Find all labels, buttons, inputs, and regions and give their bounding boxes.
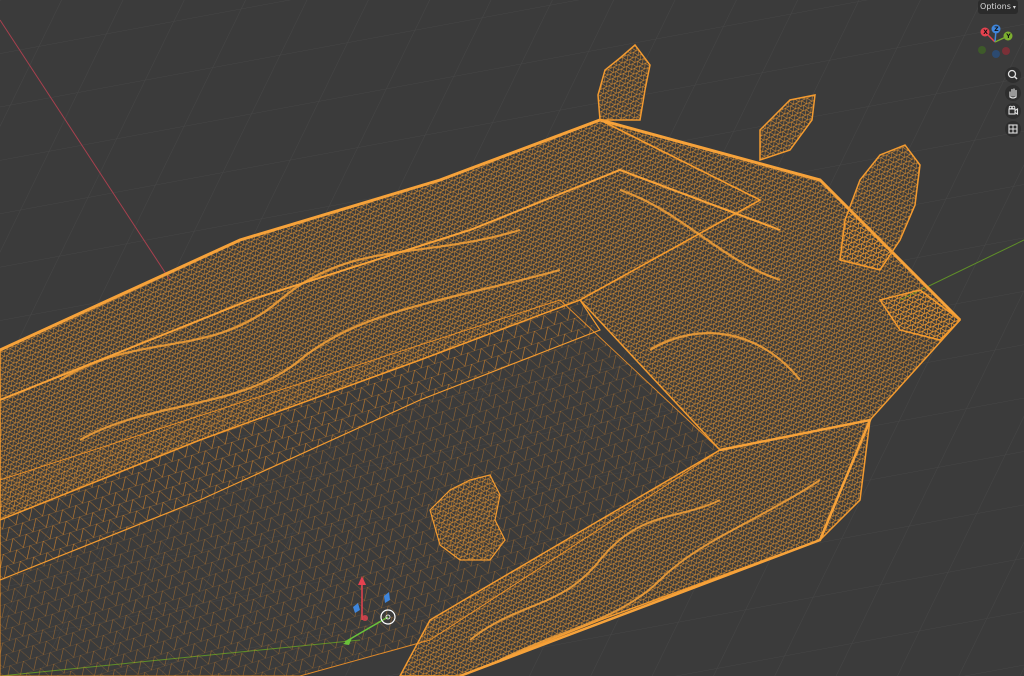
gizmo-x-label: X [983,29,988,36]
camera-view-icon[interactable] [1005,103,1021,119]
gizmo-neg-y[interactable] [978,46,986,54]
gizmo-neg-z[interactable] [992,50,1000,58]
navigation-gizmo[interactable]: X Z Y [970,20,1020,64]
gizmo-y-label: Y [1005,33,1011,40]
viewport-scene[interactable] [0,0,1024,676]
options-label: Options [980,2,1011,11]
3d-viewport[interactable]: Options ▾ X Z Y [0,0,1024,676]
gizmo-neg-x[interactable] [1002,47,1010,55]
chevron-down-icon: ▾ [1012,4,1016,11]
ortho-grid-icon[interactable] [1005,121,1021,137]
gizmo-z-label: Z [994,26,999,33]
options-dropdown[interactable]: Options ▾ [978,0,1018,14]
zoom-icon[interactable] [1005,67,1021,83]
pan-hand-icon[interactable] [1005,85,1021,101]
